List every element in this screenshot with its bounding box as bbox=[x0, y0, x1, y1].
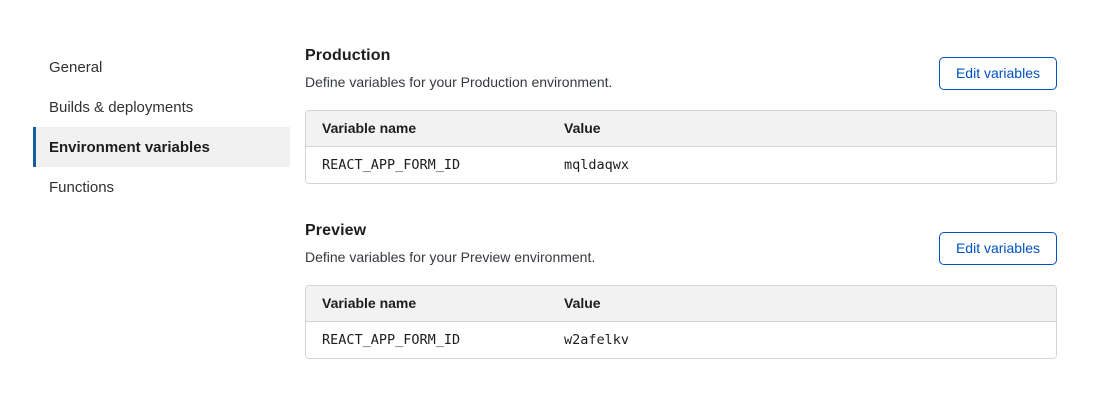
preview-variables-table: Variable name Value REACT_APP_FORM_ID w2… bbox=[305, 285, 1057, 359]
production-section-header: Production Define variables for your Pro… bbox=[305, 47, 1057, 90]
preview-section-text: Preview Define variables for your Previe… bbox=[305, 222, 595, 265]
production-variables-table: Variable name Value REACT_APP_FORM_ID mq… bbox=[305, 110, 1057, 184]
variable-value-cell: mqldaqwx bbox=[548, 147, 1056, 183]
sidebar-item-functions[interactable]: Functions bbox=[33, 167, 290, 207]
production-section-title: Production bbox=[305, 47, 612, 65]
variable-name-column-header: Variable name bbox=[306, 286, 548, 322]
table-row: REACT_APP_FORM_ID w2afelkv bbox=[306, 322, 1056, 358]
preview-section-header: Preview Define variables for your Previe… bbox=[305, 222, 1057, 265]
variable-name-cell: REACT_APP_FORM_ID bbox=[306, 322, 548, 358]
sidebar-item-label: General bbox=[49, 59, 102, 76]
preview-section: Preview Define variables for your Previe… bbox=[305, 222, 1057, 359]
sidebar-item-label: Builds & deployments bbox=[49, 99, 193, 116]
table-row: REACT_APP_FORM_ID mqldaqwx bbox=[306, 147, 1056, 183]
variable-name-column-header: Variable name bbox=[306, 111, 548, 147]
production-section-text: Production Define variables for your Pro… bbox=[305, 47, 612, 90]
table-header-row: Variable name Value bbox=[306, 111, 1056, 147]
value-column-header: Value bbox=[548, 111, 1056, 147]
settings-sidebar: General Builds & deployments Environment… bbox=[33, 47, 290, 207]
production-section-description: Define variables for your Production env… bbox=[305, 74, 612, 90]
environment-variables-content: Production Define variables for your Pro… bbox=[305, 47, 1057, 359]
preview-section-title: Preview bbox=[305, 222, 595, 240]
preview-edit-variables-button[interactable]: Edit variables bbox=[939, 232, 1057, 265]
sidebar-item-general[interactable]: General bbox=[33, 47, 290, 87]
production-section: Production Define variables for your Pro… bbox=[305, 47, 1057, 184]
value-column-header: Value bbox=[548, 286, 1056, 322]
sidebar-item-builds-deployments[interactable]: Builds & deployments bbox=[33, 87, 290, 127]
settings-page: General Builds & deployments Environment… bbox=[0, 0, 1100, 359]
production-edit-variables-button[interactable]: Edit variables bbox=[939, 57, 1057, 90]
sidebar-item-label: Functions bbox=[49, 179, 114, 196]
variable-value-cell: w2afelkv bbox=[548, 322, 1056, 358]
variable-name-cell: REACT_APP_FORM_ID bbox=[306, 147, 548, 183]
preview-section-description: Define variables for your Preview enviro… bbox=[305, 249, 595, 265]
sidebar-item-label: Environment variables bbox=[49, 139, 210, 156]
table-header-row: Variable name Value bbox=[306, 286, 1056, 322]
sidebar-item-environment-variables[interactable]: Environment variables bbox=[33, 127, 290, 167]
